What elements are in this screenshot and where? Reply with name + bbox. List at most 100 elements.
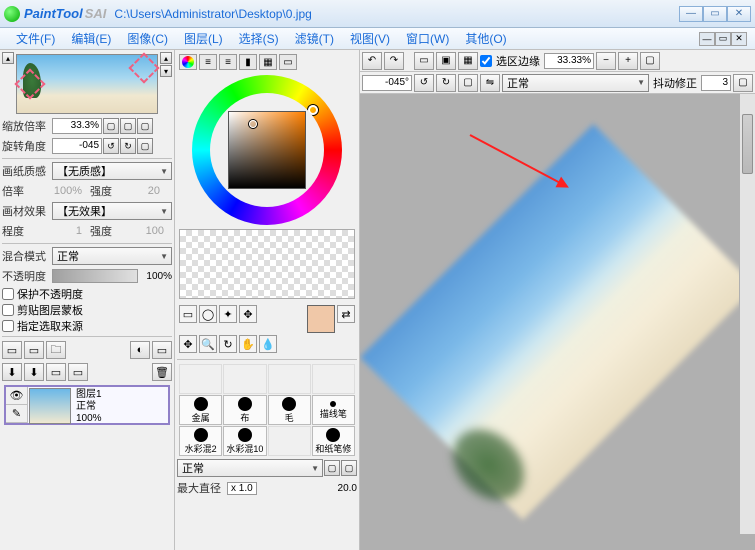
canvas-mode-dropdown[interactable]: 正常 [502, 74, 649, 92]
zoom-fit-button[interactable]: ▢ [137, 118, 153, 134]
sv-cursor-icon[interactable] [249, 120, 257, 128]
lasso-tool[interactable]: ◯ [199, 305, 217, 323]
menu-window[interactable]: 窗口(W) [398, 28, 457, 49]
nav-up2-button[interactable]: ▴ [160, 52, 172, 64]
hue-cursor-icon[interactable] [308, 105, 318, 115]
merge-down-button[interactable]: ⬇ [24, 363, 44, 381]
nav-down-button[interactable]: ▾ [160, 65, 172, 77]
deselect-button[interactable]: ▭ [414, 52, 434, 70]
layer-edit-icon[interactable]: ✎ [6, 405, 27, 423]
selection-edge-checkbox[interactable] [480, 55, 492, 67]
clipping-mask-checkbox[interactable] [2, 304, 14, 316]
color-wheel[interactable] [177, 72, 357, 227]
new-linework-button[interactable]: ▭ [24, 341, 44, 359]
canvas-zoom-reset-button[interactable]: ▢ [640, 52, 660, 70]
doc-minimize-button[interactable]: — [699, 32, 715, 46]
swatches-mode-button[interactable]: ▦ [259, 54, 277, 70]
canvas-flip-button[interactable]: ⇋ [480, 74, 500, 92]
layer-item[interactable]: 👁 ✎ 图层1 正常 100% [4, 385, 170, 425]
rotate-value[interactable]: -045 [52, 138, 102, 154]
undo-button[interactable]: ↶ [362, 52, 382, 70]
doc-maximize-button[interactable]: ▭ [715, 32, 731, 46]
apply-mask-button[interactable]: ▭ [152, 341, 172, 359]
zoom-out-button[interactable]: ▢ [103, 118, 119, 134]
foreground-color-swatch[interactable] [307, 305, 335, 333]
brush-mode-dropdown[interactable]: 正常 [177, 459, 323, 477]
magic-wand-tool[interactable]: ✦ [219, 305, 237, 323]
preserve-opacity-checkbox[interactable] [2, 288, 14, 300]
doc-close-button[interactable]: ✕ [731, 32, 747, 46]
brush-watercolor2[interactable]: 水彩混2 [179, 426, 222, 456]
transfer-down-button[interactable]: ⬇ [2, 363, 22, 381]
brush-metal[interactable]: 金属 [179, 395, 222, 425]
brush-watercolor10[interactable]: 水彩混10 [223, 426, 266, 456]
menu-edit[interactable]: 编辑(E) [63, 28, 119, 49]
move-tool2[interactable]: ✥ [179, 335, 197, 353]
rgb-slider-mode-button[interactable]: ≡ [199, 54, 217, 70]
brush-lineart[interactable]: 描线笔 [312, 395, 355, 425]
redo-button[interactable]: ↷ [384, 52, 404, 70]
canvas-zoom-in-button[interactable]: + [618, 52, 638, 70]
swatch-palette[interactable] [179, 229, 355, 299]
flatten-button[interactable]: ▭ [46, 363, 66, 381]
delete-layer-button[interactable]: 🗑 [152, 363, 172, 381]
brush-blank[interactable] [223, 364, 266, 394]
maximize-button[interactable]: ▭ [703, 6, 727, 22]
selection-source-checkbox[interactable] [2, 320, 14, 332]
stabilizer-opt-button[interactable]: ▢ [733, 74, 753, 92]
canvas-zoom-input[interactable] [544, 53, 594, 69]
hand-tool[interactable]: ✋ [239, 335, 257, 353]
zoom-tool[interactable]: 🔍 [199, 335, 217, 353]
brush-blank[interactable] [268, 364, 311, 394]
brush-setting1-button[interactable]: ▢ [324, 460, 340, 476]
brush-blank[interactable] [312, 364, 355, 394]
menu-select[interactable]: 选择(S) [231, 28, 287, 49]
menu-view[interactable]: 视图(V) [342, 28, 398, 49]
material-effect-dropdown[interactable]: 【无效果】 [52, 202, 172, 220]
saturation-value-box[interactable] [228, 111, 306, 189]
rotate-cw-button[interactable]: ↻ [120, 138, 136, 154]
menu-filter[interactable]: 滤镜(T) [287, 28, 342, 49]
canvas-vertical-scrollbar[interactable] [739, 94, 755, 534]
brush-size-mult[interactable]: x 1.0 [227, 482, 257, 495]
color-wheel-mode-button[interactable] [179, 54, 197, 70]
canvas-rotate-reset-button[interactable]: ▢ [458, 74, 478, 92]
brush-cloth[interactable]: 布 [223, 395, 266, 425]
menu-image[interactable]: 图像(C) [119, 28, 176, 49]
rect-select-tool[interactable]: ▭ [179, 305, 197, 323]
rotate-tool[interactable]: ↻ [219, 335, 237, 353]
canvas-rotate-ccw-button[interactable]: ↺ [414, 74, 434, 92]
layer-mask-button[interactable]: ◐ [130, 341, 150, 359]
menu-other[interactable]: 其他(O) [457, 28, 514, 49]
move-tool[interactable]: ✥ [239, 305, 257, 323]
menu-file[interactable]: 文件(F) [8, 28, 63, 49]
brush-blank[interactable] [179, 364, 222, 394]
blend-mode-dropdown[interactable]: 正常 [52, 247, 172, 265]
stabilizer-input[interactable] [701, 75, 731, 91]
close-button[interactable]: ✕ [727, 6, 751, 22]
brush-fur[interactable]: 毛 [268, 395, 311, 425]
brush-blank[interactable] [268, 426, 311, 456]
canvas-zoom-out-button[interactable]: − [596, 52, 616, 70]
paper-texture-dropdown[interactable]: 【无质感】 [52, 162, 172, 180]
scratchpad-mode-button[interactable]: ▭ [279, 54, 297, 70]
brush-washi[interactable]: 和纸笔修 [312, 426, 355, 456]
new-layer-button[interactable]: ▭ [2, 341, 22, 359]
zoom-in-button[interactable]: ▢ [120, 118, 136, 134]
rotate-ccw-button[interactable]: ↺ [103, 138, 119, 154]
opacity-slider[interactable] [52, 269, 138, 283]
canvas-angle-input[interactable] [362, 75, 412, 91]
minimize-button[interactable]: — [679, 6, 703, 22]
canvas-rotate-cw-button[interactable]: ↻ [436, 74, 456, 92]
layer-visibility-icon[interactable]: 👁 [6, 387, 27, 405]
menu-layer[interactable]: 图层(L) [176, 28, 231, 49]
scrollbar-thumb[interactable] [742, 114, 753, 174]
eyedropper-tool[interactable]: 💧 [259, 335, 277, 353]
rotate-reset-button[interactable]: ▢ [137, 138, 153, 154]
hsv-slider-mode-button[interactable]: ≡ [219, 54, 237, 70]
canvas-viewport[interactable] [360, 94, 755, 550]
navigator-thumbnail[interactable] [16, 54, 158, 114]
gray-mode-button[interactable]: ▮ [239, 54, 257, 70]
show-select-button[interactable]: ▦ [458, 52, 478, 70]
zoom-value[interactable]: 33.3% [52, 118, 102, 134]
